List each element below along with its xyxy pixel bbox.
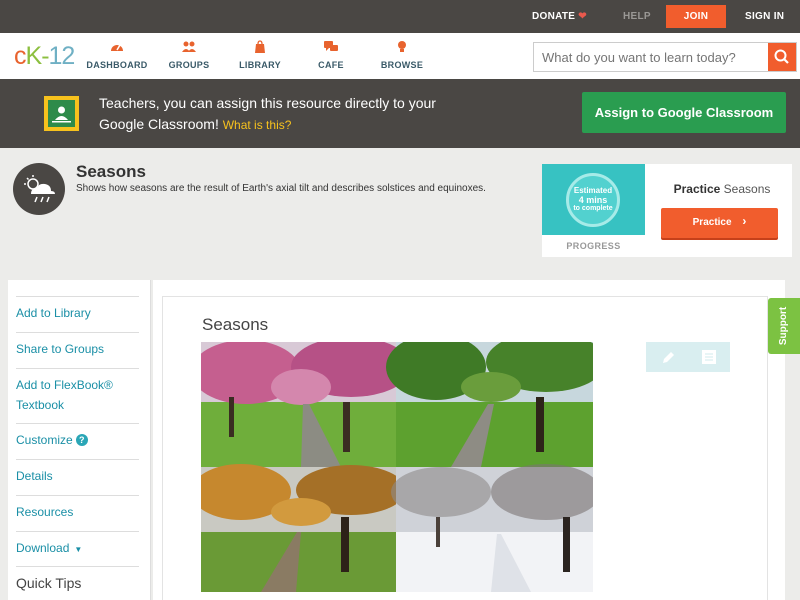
practice-button-label: Practice bbox=[692, 217, 732, 228]
banner-text: Teachers, you can assign this resource d… bbox=[99, 93, 459, 136]
nav-browse[interactable]: BROWSE bbox=[367, 40, 437, 70]
autumn-tree-photo bbox=[201, 464, 406, 592]
nav-groups[interactable]: GROUPS bbox=[154, 40, 224, 70]
main-nav: cK-12 DASHBOARD GROUPS LIBRARY CAFE BROW… bbox=[0, 33, 800, 79]
google-classroom-icon bbox=[44, 96, 79, 131]
top-bar: DONATE ❤ HELP JOIN SIGN IN bbox=[0, 0, 800, 33]
sidebar: Add to Library Share to Groups Add to Fl… bbox=[8, 280, 151, 600]
to-complete-label: to complete bbox=[573, 205, 613, 212]
estimated-minutes: 4 mins bbox=[578, 195, 608, 205]
practice-card: Estimated 4 mins to complete PROGRESS Pr… bbox=[542, 164, 792, 257]
nav-dashboard-label: DASHBOARD bbox=[86, 60, 148, 70]
nav-groups-label: GROUPS bbox=[168, 60, 210, 70]
winter-tree-photo bbox=[391, 464, 593, 592]
google-classroom-banner: Teachers, you can assign this resource d… bbox=[0, 79, 800, 148]
join-button[interactable]: JOIN bbox=[666, 5, 726, 28]
heart-icon: ❤ bbox=[578, 11, 587, 22]
nav-library[interactable]: LIBRARY bbox=[225, 40, 295, 70]
sidebar-item-details[interactable]: Details bbox=[16, 459, 139, 486]
customize-label: Customize bbox=[16, 433, 73, 447]
search-input[interactable] bbox=[534, 43, 768, 71]
summer-tree-photo bbox=[386, 342, 593, 467]
what-is-this-link[interactable]: What is this? bbox=[223, 118, 292, 132]
nav-cafe[interactable]: CAFE bbox=[296, 40, 366, 70]
sidebar-item-customize[interactable]: Customize? bbox=[16, 423, 139, 450]
sidebar-item-add-to-flexbook[interactable]: Add to FlexBook® Textbook bbox=[16, 368, 139, 415]
logo-12: 12 bbox=[48, 42, 76, 70]
four-seasons-image bbox=[201, 342, 593, 592]
help-icon[interactable]: ? bbox=[75, 434, 88, 446]
practice-title-bold: Practice bbox=[673, 182, 721, 196]
nav-library-label: LIBRARY bbox=[239, 60, 281, 70]
logo-dash: - bbox=[41, 42, 49, 70]
notes-button[interactable] bbox=[688, 342, 730, 372]
cafe-chat-icon bbox=[296, 40, 366, 56]
content-title: Seasons bbox=[202, 315, 269, 334]
pencil-icon bbox=[663, 352, 674, 363]
progress-panel: Estimated 4 mins to complete PROGRESS bbox=[542, 164, 645, 257]
concept-title: Seasons bbox=[76, 162, 146, 181]
edit-button[interactable] bbox=[646, 342, 688, 372]
practice-topic: Seasons bbox=[723, 182, 771, 196]
support-label: Support bbox=[778, 306, 789, 346]
nav-browse-label: BROWSE bbox=[380, 60, 424, 70]
donate-label: DONATE bbox=[532, 11, 576, 22]
nav-cafe-label: CAFE bbox=[318, 60, 344, 70]
search-icon bbox=[774, 49, 789, 64]
help-link[interactable]: HELP bbox=[623, 0, 651, 33]
spring-tree-photo bbox=[201, 342, 411, 467]
content-tools bbox=[646, 342, 730, 372]
browse-lightbulb-icon bbox=[367, 40, 437, 56]
search-box bbox=[533, 42, 797, 72]
sidebar-item-add-to-library[interactable]: Add to Library bbox=[16, 296, 139, 323]
donate-link[interactable]: DONATE ❤ bbox=[532, 0, 587, 33]
sign-in-link[interactable]: SIGN IN bbox=[745, 0, 784, 33]
sidebar-item-resources[interactable]: Resources bbox=[16, 495, 139, 522]
assign-to-google-classroom-button[interactable]: Assign to Google Classroom bbox=[582, 92, 786, 133]
sidebar-item-share-to-groups[interactable]: Share to Groups bbox=[16, 332, 139, 359]
support-tab[interactable]: Support bbox=[768, 298, 800, 354]
chevron-right-icon: › bbox=[742, 214, 747, 228]
notes-icon bbox=[702, 350, 716, 364]
nav-dashboard[interactable]: DASHBOARD bbox=[82, 40, 152, 70]
progress-graphic: Estimated 4 mins to complete bbox=[542, 164, 645, 235]
ck12-logo[interactable]: cK-12 bbox=[14, 42, 76, 71]
library-bag-icon bbox=[225, 40, 295, 56]
progress-label: PROGRESS bbox=[566, 241, 621, 251]
estimate-circle: Estimated 4 mins to complete bbox=[566, 173, 620, 227]
download-label: Download bbox=[16, 541, 70, 555]
sidebar-item-download[interactable]: Download ▼ bbox=[16, 531, 139, 560]
practice-title: Practice Seasons bbox=[652, 182, 792, 196]
caret-down-icon: ▼ bbox=[74, 545, 83, 554]
logo-k: K bbox=[25, 42, 43, 70]
practice-button[interactable]: Practice › bbox=[661, 208, 778, 238]
logo-c: c bbox=[14, 42, 26, 70]
weather-cloud-icon bbox=[13, 163, 65, 215]
concept-description: Shows how seasons are the result of Eart… bbox=[76, 183, 486, 194]
search-button[interactable] bbox=[768, 43, 796, 71]
quick-tips-heading: Quick Tips bbox=[16, 566, 139, 591]
estimated-label: Estimated bbox=[573, 186, 613, 195]
groups-people-icon bbox=[154, 40, 224, 56]
dashboard-gauge-icon bbox=[82, 40, 152, 56]
